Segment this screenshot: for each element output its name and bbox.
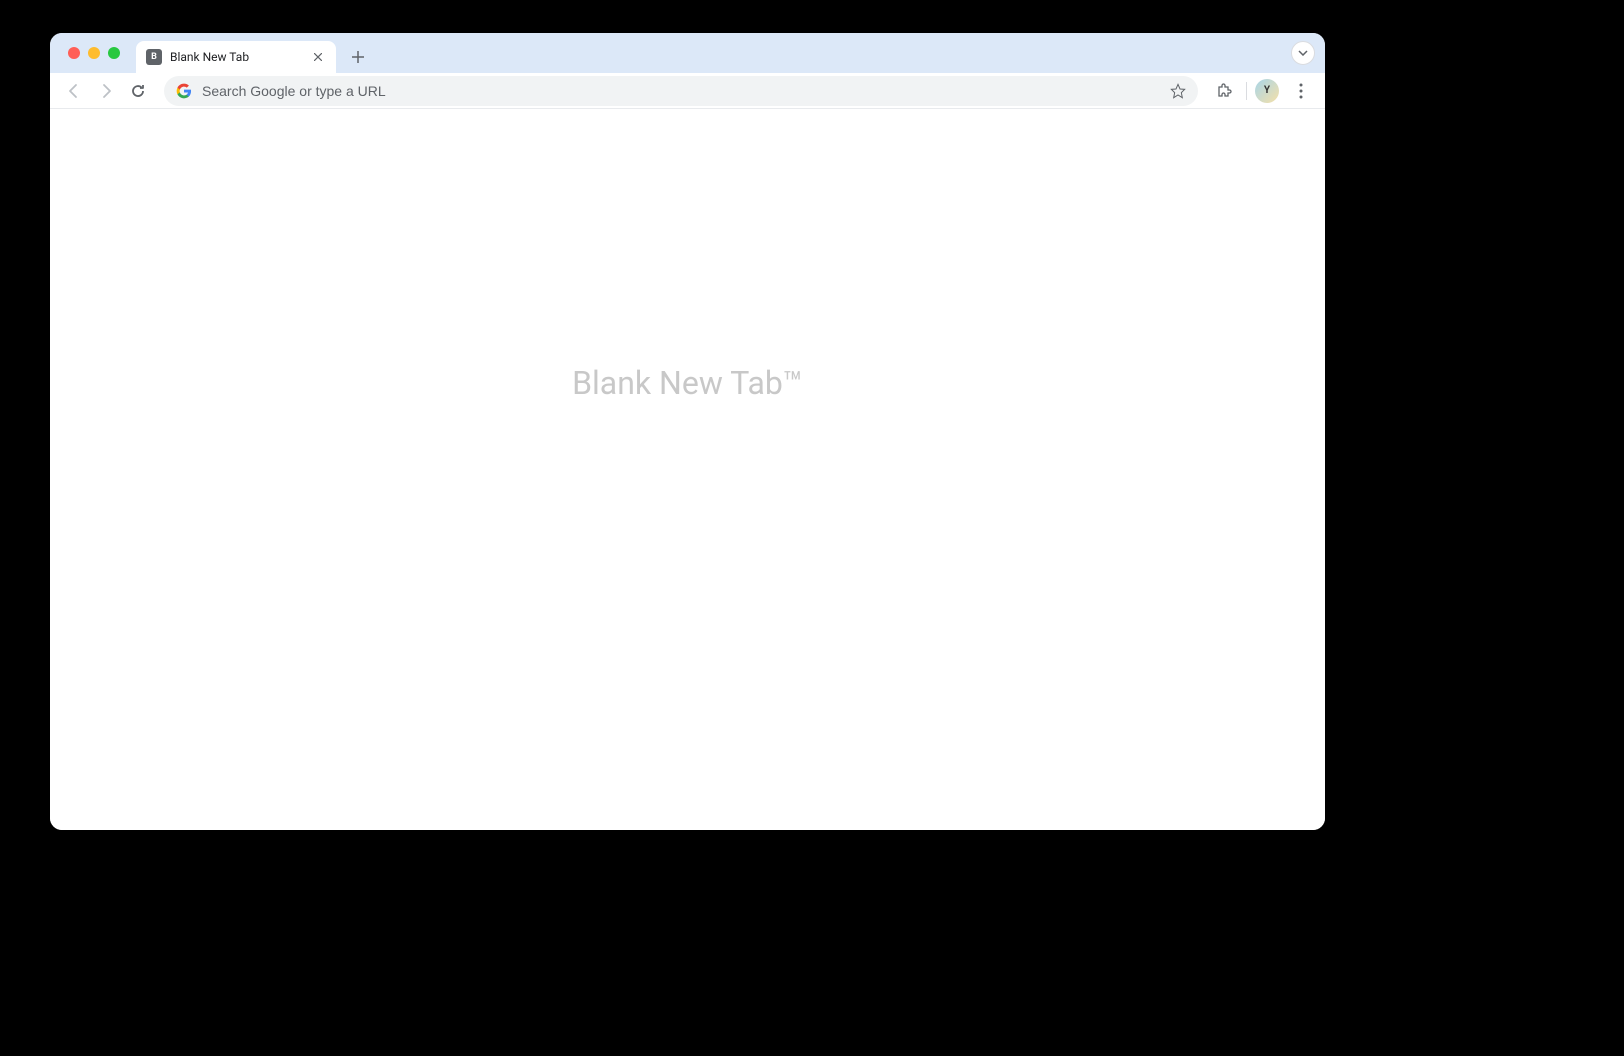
tabs-dropdown-button[interactable]: [1291, 41, 1315, 65]
kebab-menu-icon: [1299, 83, 1303, 99]
tab-favicon-icon: B: [146, 49, 162, 65]
menu-button[interactable]: [1287, 77, 1315, 105]
profile-avatar-button[interactable]: Y: [1255, 79, 1279, 103]
page-content: Blank New Tab™: [50, 109, 1325, 830]
arrow-left-icon: [66, 83, 82, 99]
window-maximize-button[interactable]: [108, 47, 120, 59]
browser-tab[interactable]: B Blank New Tab: [136, 41, 336, 73]
browser-window: B Blank New Tab: [50, 33, 1325, 830]
google-icon: [176, 83, 192, 99]
back-button[interactable]: [60, 77, 88, 105]
browser-toolbar: Y: [50, 73, 1325, 109]
window-controls: [60, 33, 128, 73]
puzzle-icon: [1216, 83, 1232, 99]
tab-strip: B Blank New Tab: [50, 33, 1325, 73]
window-minimize-button[interactable]: [88, 47, 100, 59]
toolbar-divider: [1246, 82, 1247, 100]
bookmark-button[interactable]: [1170, 83, 1186, 99]
reload-icon: [130, 83, 146, 99]
plus-icon: [352, 51, 364, 63]
chevron-down-icon: [1298, 50, 1308, 56]
address-input[interactable]: [202, 83, 1160, 99]
forward-button[interactable]: [92, 77, 120, 105]
tab-title: Blank New Tab: [170, 50, 310, 64]
close-icon: [314, 53, 322, 61]
address-bar[interactable]: [164, 76, 1198, 106]
profile-initial: Y: [1264, 85, 1270, 96]
star-icon: [1170, 83, 1186, 99]
toolbar-right: Y: [1210, 77, 1315, 105]
tab-favicon-letter: B: [151, 52, 157, 62]
window-close-button[interactable]: [68, 47, 80, 59]
extensions-button[interactable]: [1210, 77, 1238, 105]
arrow-right-icon: [98, 83, 114, 99]
reload-button[interactable]: [124, 77, 152, 105]
page-heading: Blank New Tab™: [572, 364, 803, 402]
new-tab-button[interactable]: [344, 43, 372, 71]
tab-close-button[interactable]: [310, 49, 326, 65]
